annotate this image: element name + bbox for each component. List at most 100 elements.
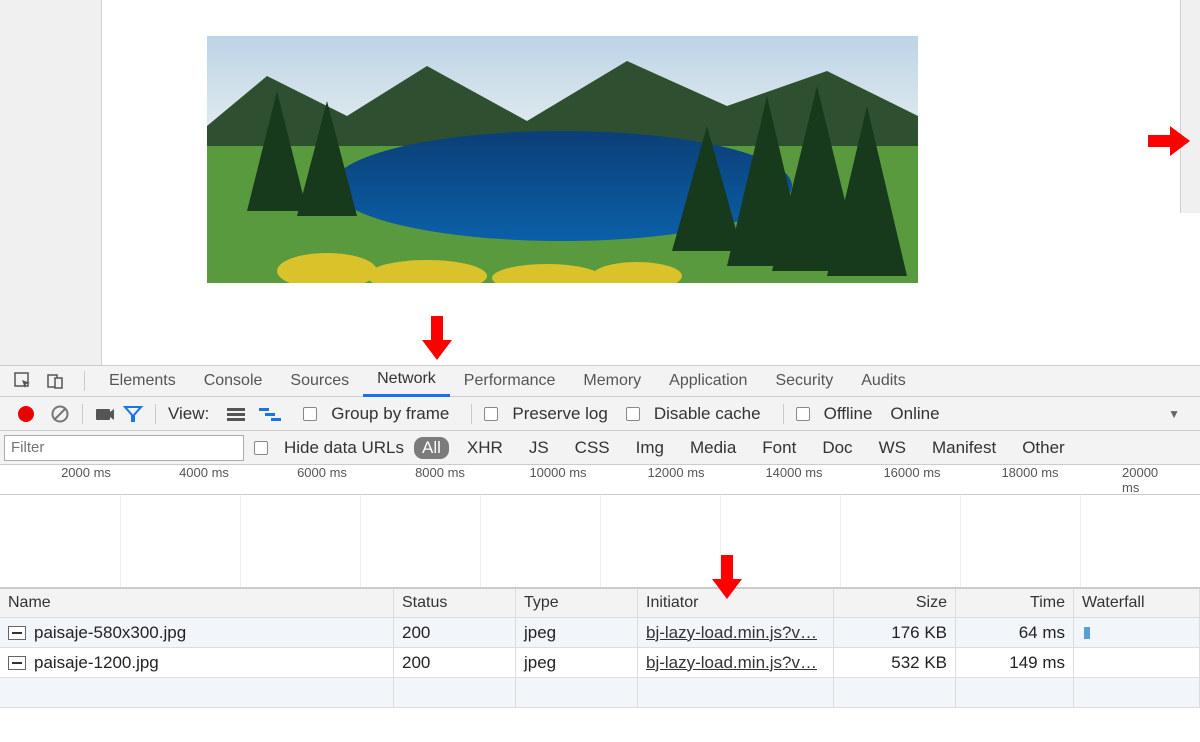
request-table: Name Status Type Initiator Size Time Wat… (0, 588, 1200, 708)
filter-manifest[interactable]: Manifest (924, 437, 1004, 459)
view-label: View: (168, 404, 209, 424)
initiator-link[interactable]: bj-lazy-load.min.js?v… (646, 623, 817, 643)
annotation-arrow-right-icon (1148, 126, 1190, 156)
devtools-tab-bar: Elements Console Sources Network Perform… (0, 365, 1200, 397)
filter-font[interactable]: Font (754, 437, 804, 459)
cell-name: paisaje-580x300.jpg (0, 618, 394, 647)
page-content (0, 0, 1200, 365)
filter-input[interactable] (4, 435, 244, 461)
tick-label: 10000 ms (529, 465, 586, 480)
separator (84, 371, 85, 391)
col-header-type[interactable]: Type (516, 589, 638, 617)
preserve-log-label: Preserve log (512, 404, 607, 424)
separator (783, 404, 784, 424)
tick-label: 16000 ms (883, 465, 940, 480)
device-toolbar-icon[interactable] (42, 368, 68, 394)
tick-label: 8000 ms (415, 465, 465, 480)
tick-label: 14000 ms (765, 465, 822, 480)
tab-elements[interactable]: Elements (95, 367, 190, 396)
cell-type: jpeg (516, 648, 638, 677)
annotation-arrow-down-icon (422, 316, 452, 360)
filter-all[interactable]: All (414, 437, 449, 459)
disable-cache-label: Disable cache (654, 404, 761, 424)
request-name: paisaje-1200.jpg (34, 653, 159, 673)
initiator-link[interactable]: bj-lazy-load.min.js?v… (646, 653, 817, 673)
cell-initiator: bj-lazy-load.min.js?v… (638, 648, 834, 677)
filter-css[interactable]: CSS (567, 437, 618, 459)
tab-sources[interactable]: Sources (276, 367, 363, 396)
offline-label: Offline (824, 404, 873, 424)
file-thumb-icon (8, 626, 26, 640)
filter-js[interactable]: JS (521, 437, 557, 459)
clear-button[interactable] (50, 404, 70, 424)
tick-label: 20000 ms (1122, 465, 1174, 495)
cell-status: 200 (394, 618, 516, 647)
cell-waterfall (1074, 648, 1200, 677)
filter-row: Hide data URLs All XHR JS CSS Img Media … (0, 431, 1200, 465)
large-rows-icon[interactable] (227, 407, 245, 421)
col-header-name[interactable]: Name (0, 589, 394, 617)
col-header-waterfall[interactable]: Waterfall (1074, 589, 1200, 617)
throttling-value[interactable]: Online (890, 404, 939, 424)
timeline-ruler[interactable]: 2000 ms 4000 ms 6000 ms 8000 ms 10000 ms… (0, 465, 1200, 495)
cell-initiator: bj-lazy-load.min.js?v… (638, 618, 834, 647)
tick-label: 4000 ms (179, 465, 229, 480)
filter-img[interactable]: Img (628, 437, 672, 459)
disable-cache-checkbox[interactable] (626, 407, 640, 421)
filter-doc[interactable]: Doc (814, 437, 860, 459)
table-row-empty (0, 678, 1200, 708)
cell-waterfall (1074, 618, 1200, 647)
separator (471, 404, 472, 424)
cell-time: 64 ms (956, 618, 1074, 647)
preserve-log-checkbox[interactable] (484, 407, 498, 421)
cell-size: 176 KB (834, 618, 956, 647)
tick-label: 18000 ms (1001, 465, 1058, 480)
table-row[interactable]: paisaje-1200.jpg 200 jpeg bj-lazy-load.m… (0, 648, 1200, 678)
tab-application[interactable]: Application (655, 367, 761, 396)
cell-size: 532 KB (834, 648, 956, 677)
tab-console[interactable]: Console (190, 367, 277, 396)
waterfall-view-icon[interactable] (259, 407, 281, 421)
group-by-frame-label: Group by frame (331, 404, 449, 424)
col-header-status[interactable]: Status (394, 589, 516, 617)
camera-icon[interactable] (95, 405, 115, 423)
tick-label: 2000 ms (61, 465, 111, 480)
throttling-dropdown-icon[interactable]: ▼ (1168, 407, 1180, 421)
filter-icon[interactable] (123, 405, 143, 423)
cell-name: paisaje-1200.jpg (0, 648, 394, 677)
table-header-row: Name Status Type Initiator Size Time Wat… (0, 588, 1200, 618)
inspect-icon[interactable] (10, 368, 36, 394)
cell-status: 200 (394, 648, 516, 677)
tick-label: 12000 ms (647, 465, 704, 480)
tab-security[interactable]: Security (761, 367, 847, 396)
annotation-arrow-down-icon (712, 555, 742, 599)
file-thumb-icon (8, 656, 26, 670)
filter-other[interactable]: Other (1014, 437, 1073, 459)
tab-audits[interactable]: Audits (847, 367, 919, 396)
separator (155, 404, 156, 424)
hide-data-urls-label: Hide data URLs (284, 438, 404, 458)
filter-ws[interactable]: WS (871, 437, 914, 459)
cell-time: 149 ms (956, 648, 1074, 677)
col-header-size[interactable]: Size (834, 589, 956, 617)
network-toolbar: View: Group by frame Preserve log Disabl… (0, 397, 1200, 431)
separator (82, 404, 83, 424)
waterfall-bar (1084, 627, 1090, 639)
table-row[interactable]: paisaje-580x300.jpg 200 jpeg bj-lazy-loa… (0, 618, 1200, 648)
group-by-frame-checkbox[interactable] (303, 407, 317, 421)
network-overview[interactable] (0, 495, 1200, 588)
right-scrollbar-track[interactable] (1180, 0, 1200, 213)
request-name: paisaje-580x300.jpg (34, 623, 186, 643)
tab-memory[interactable]: Memory (569, 367, 655, 396)
record-button[interactable] (18, 406, 34, 422)
col-header-time[interactable]: Time (956, 589, 1074, 617)
filter-media[interactable]: Media (682, 437, 744, 459)
landscape-image (207, 36, 918, 283)
hide-data-urls-checkbox[interactable] (254, 441, 268, 455)
tab-performance[interactable]: Performance (450, 367, 570, 396)
left-gutter (0, 0, 102, 365)
tab-network[interactable]: Network (363, 365, 450, 397)
filter-xhr[interactable]: XHR (459, 437, 511, 459)
cell-type: jpeg (516, 618, 638, 647)
offline-checkbox[interactable] (796, 407, 810, 421)
